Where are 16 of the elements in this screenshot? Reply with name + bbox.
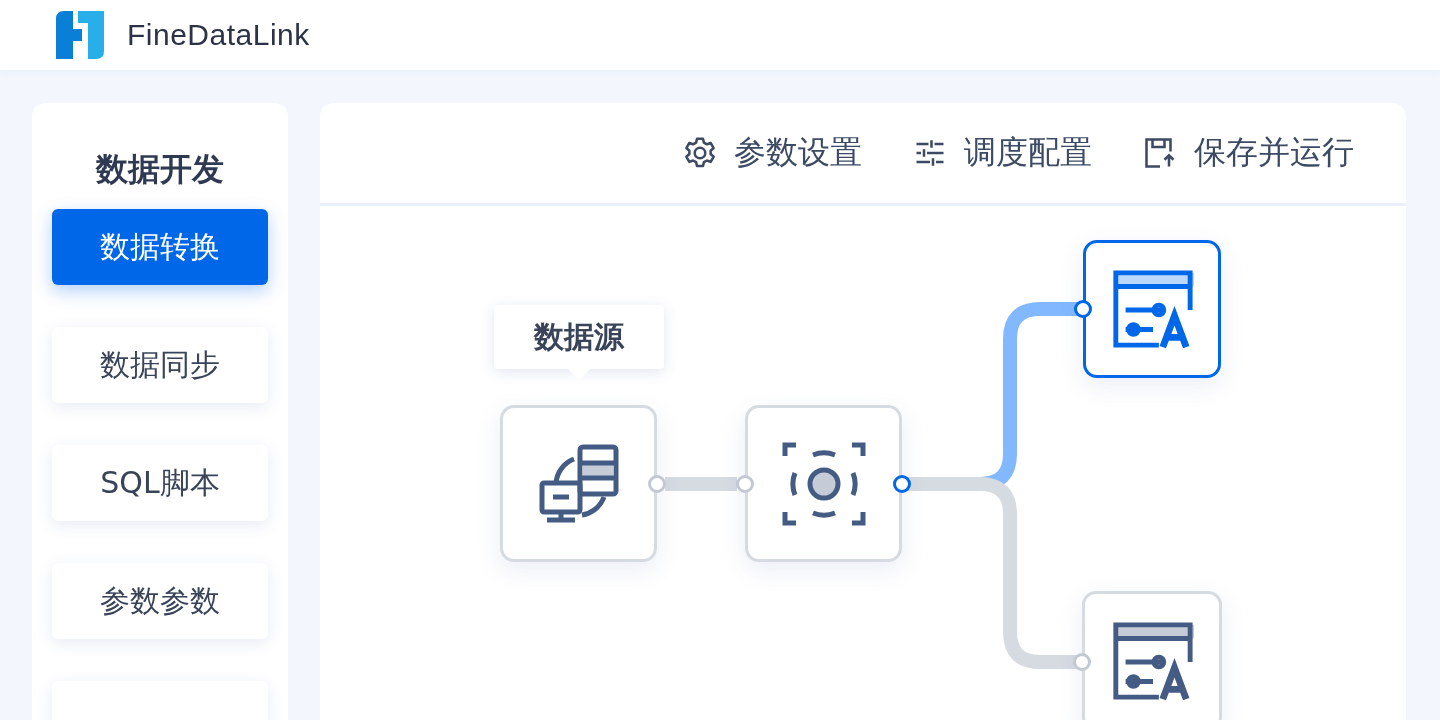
sidebar-item[interactable]: SQL脚本: [52, 445, 268, 521]
port-handle[interactable]: [736, 475, 754, 493]
sidebar-item[interactable]: 数据转换: [52, 209, 268, 285]
sidebar-item[interactable]: 数据同步: [52, 327, 268, 403]
toolbar-button[interactable]: 保存并运行: [1142, 131, 1354, 175]
product-name: FineDataLink: [127, 18, 310, 52]
toolbar-button[interactable]: 参数设置: [682, 131, 862, 175]
sidebar-item[interactable]: 参数参数: [52, 563, 268, 639]
port-handle[interactable]: [1074, 300, 1092, 318]
port-handle[interactable]: [648, 475, 666, 493]
logo-icon: [56, 11, 104, 59]
port-handle[interactable]: [893, 475, 911, 493]
flow-node[interactable]: [1083, 240, 1221, 378]
toolbar-button[interactable]: 调度配置: [912, 131, 1092, 175]
port-handle[interactable]: [1073, 653, 1091, 671]
sidebar-title: 数据开发: [96, 149, 224, 189]
